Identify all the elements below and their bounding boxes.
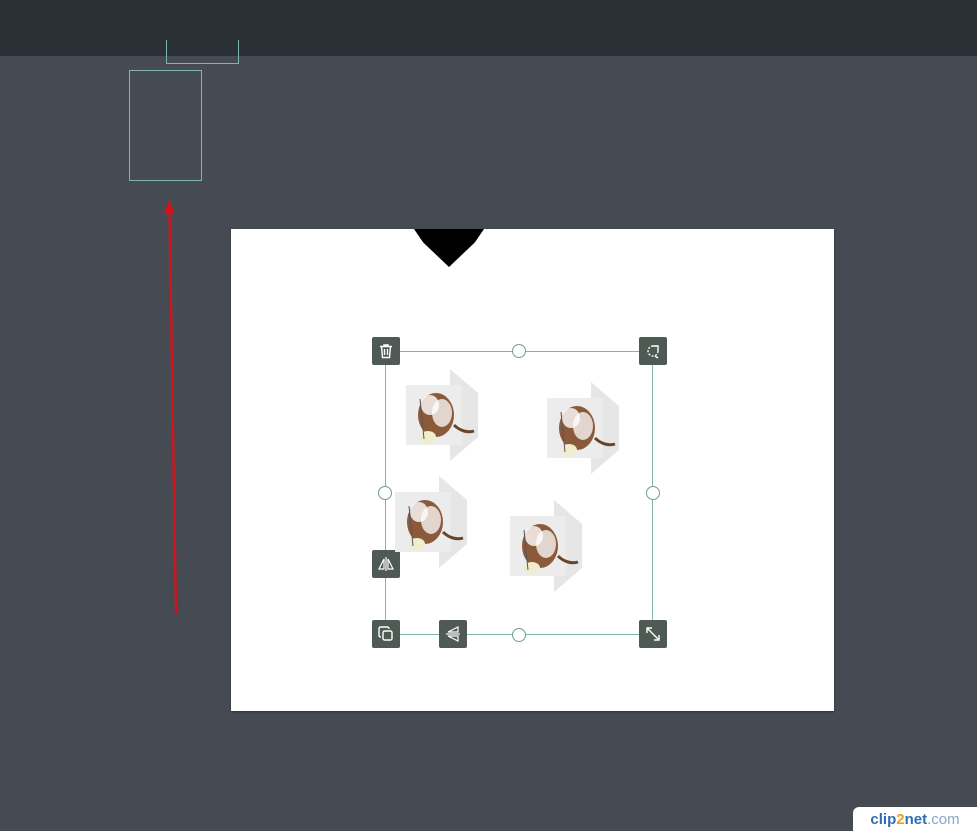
resize-button[interactable] <box>639 620 667 648</box>
resize-handle-left[interactable] <box>378 486 392 500</box>
cartoon-dog-image-3[interactable] <box>395 476 467 568</box>
cartoon-dog-image-1[interactable] <box>406 369 478 461</box>
resize-handle-right[interactable] <box>646 486 660 500</box>
watermark-part-2: 2 <box>896 810 905 828</box>
cartoon-dog-image-2[interactable] <box>547 382 619 474</box>
flip-vertical-button[interactable] <box>439 620 467 648</box>
trash-icon <box>380 344 392 359</box>
flip-horizontal-icon <box>378 557 394 571</box>
watermark-part-1: clip <box>870 810 897 828</box>
rotate-icon <box>647 345 659 359</box>
resize-handle-bottom[interactable] <box>512 628 526 642</box>
duplicate-icon <box>378 626 393 641</box>
cartoon-dog-image-4[interactable] <box>510 500 582 592</box>
watermark-part-4: .com <box>927 810 960 828</box>
rotate-button[interactable] <box>639 337 667 365</box>
watermark-part-3: net <box>904 810 928 828</box>
crown-shape[interactable] <box>231 229 834 289</box>
flip-vertical-icon <box>446 626 460 642</box>
delete-button[interactable] <box>372 337 400 365</box>
resize-handle-top[interactable] <box>512 344 526 358</box>
duplicate-button[interactable] <box>372 620 400 648</box>
resize-icon <box>646 627 660 641</box>
clip2net-watermark: clip 2 net .com <box>853 807 977 831</box>
